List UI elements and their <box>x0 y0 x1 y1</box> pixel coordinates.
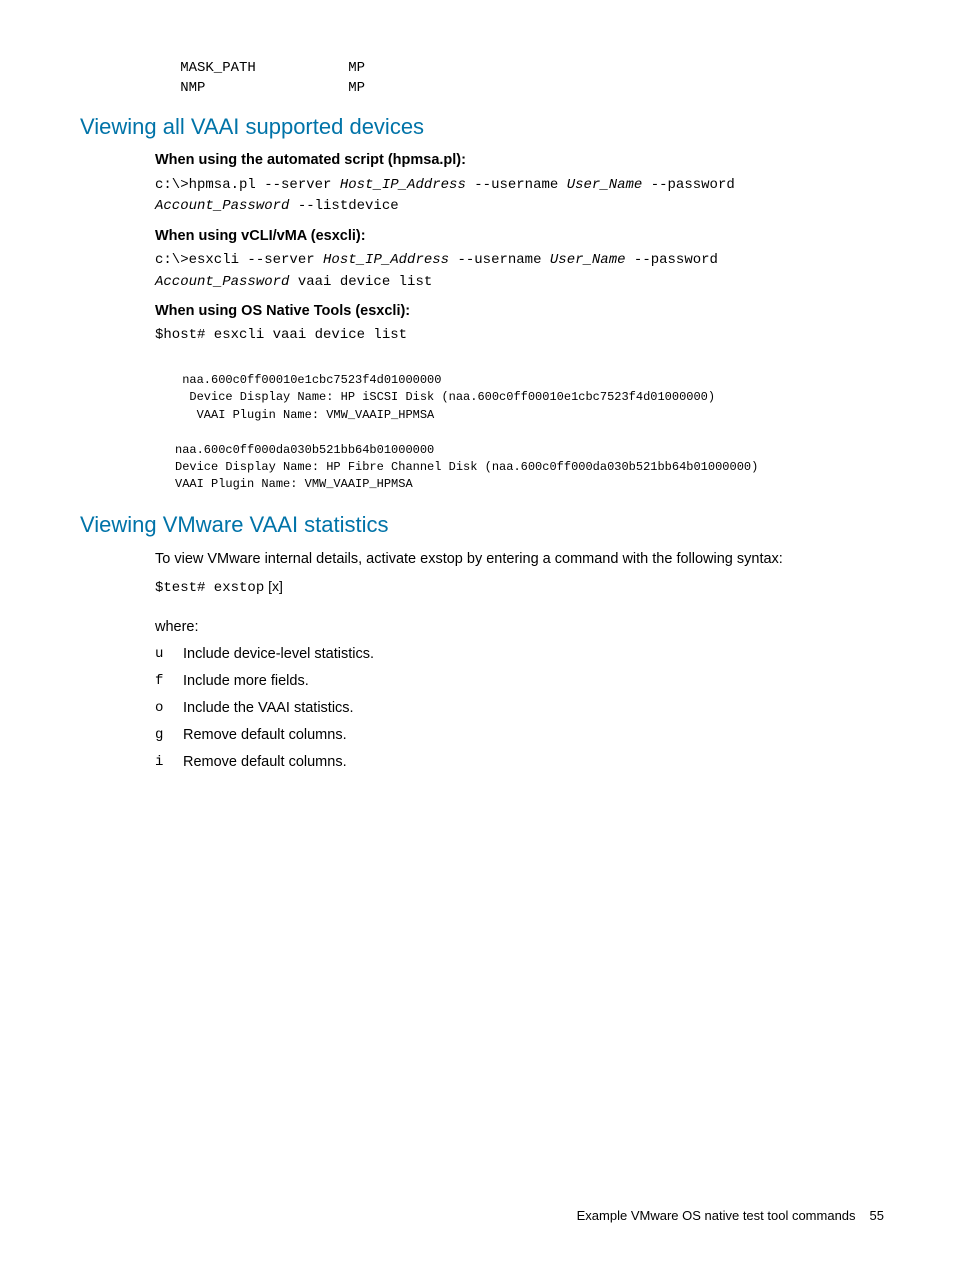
subhead-vcli: When using vCLI/vMA (esxcli): <box>155 226 884 247</box>
option-desc: Include more fields. <box>183 671 309 692</box>
option-key: o <box>155 698 183 719</box>
top-code-block: MASK_PATH MP NMP MP <box>155 58 884 99</box>
page-footer: Example VMware OS native test tool comma… <box>577 1207 884 1226</box>
option-row: iRemove default columns. <box>155 752 884 773</box>
subhead-hpmsa: When using the automated script (hpmsa.p… <box>155 150 884 171</box>
cmd-exstop: $test# exstop [x] <box>155 576 884 600</box>
where-label: where: <box>155 617 884 638</box>
option-row: gRemove default columns. <box>155 725 884 746</box>
section-heading-devices: Viewing all VAAI supported devices <box>80 111 884 143</box>
option-key: g <box>155 725 183 746</box>
option-desc: Remove default columns. <box>183 725 347 746</box>
option-desc: Remove default columns. <box>183 752 347 773</box>
option-key: u <box>155 644 183 665</box>
option-row: uInclude device-level statistics. <box>155 644 884 665</box>
cmd-hpmsa: c:\>hpmsa.pl --server Host_IP_Address --… <box>155 175 884 218</box>
option-row: oInclude the VAAI statistics. <box>155 698 884 719</box>
cmd-vcli: c:\>esxcli --server Host_IP_Address --us… <box>155 250 884 293</box>
option-desc: Include device-level statistics. <box>183 644 374 665</box>
page-number: 55 <box>870 1208 884 1223</box>
footer-text: Example VMware OS native test tool comma… <box>577 1208 856 1223</box>
cmd-native: $host# esxcli vaai device list <box>155 325 884 347</box>
option-desc: Include the VAAI statistics. <box>183 698 354 719</box>
option-key: f <box>155 671 183 692</box>
stats-intro: To view VMware internal details, activat… <box>155 549 884 570</box>
subhead-native: When using OS Native Tools (esxcli): <box>155 301 884 322</box>
option-row: fInclude more fields. <box>155 671 884 692</box>
section-heading-stats: Viewing VMware VAAI statistics <box>80 509 884 541</box>
device-output: naa.600c0ff00010e1cbc7523f4d01000000 Dev… <box>175 372 884 494</box>
option-key: i <box>155 752 183 773</box>
